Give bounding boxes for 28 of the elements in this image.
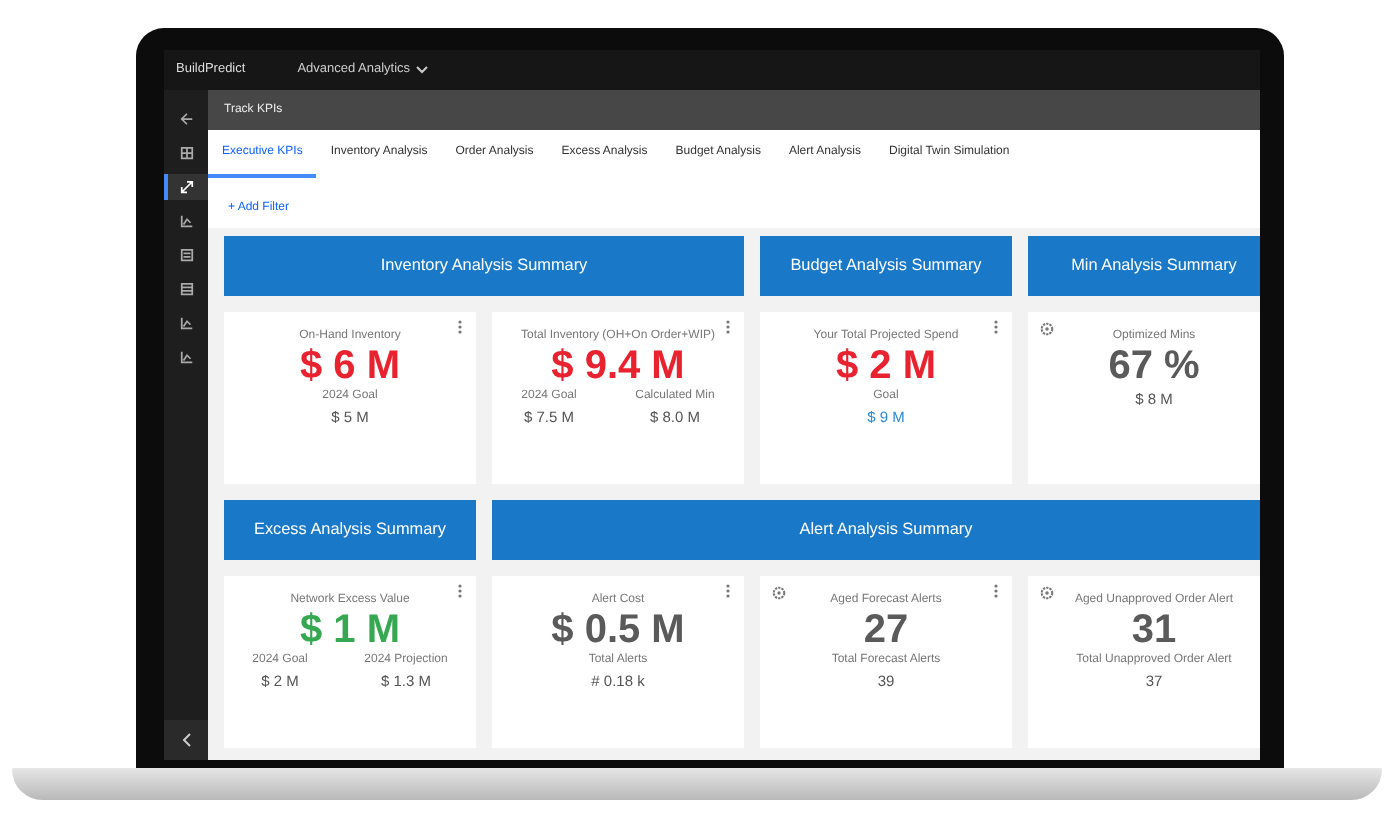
kpi-value: $ 0.5 M — [551, 608, 685, 653]
chart-icon — [179, 214, 193, 228]
settings-icon[interactable] — [1040, 586, 1054, 600]
back-arrow-icon — [179, 112, 193, 126]
sidebar-item[interactable] — [164, 174, 208, 200]
section-header: Inventory Analysis Summary — [224, 236, 744, 296]
section-header: Min Analysis Summary — [1028, 236, 1260, 296]
section-header: Excess Analysis Summary — [224, 500, 476, 560]
grid-icon — [179, 146, 193, 160]
collapse-button[interactable] — [164, 720, 208, 760]
kpi-value: $ 6 M — [299, 344, 401, 389]
kpi-value: $ 1 M — [299, 608, 401, 653]
chart-icon — [179, 350, 193, 364]
expand-arrows-icon — [179, 180, 193, 194]
chart-icon — [179, 316, 193, 330]
settings-icon[interactable] — [772, 586, 786, 600]
settings-icon[interactable] — [1040, 322, 1054, 336]
kpi-value: 67 % — [1108, 344, 1200, 389]
section-header: Budget Analysis Summary — [760, 236, 1012, 296]
chevron-left-icon — [181, 732, 191, 748]
chevron-down-icon — [416, 66, 429, 74]
section-header: Alert Analysis Summary — [492, 500, 1260, 560]
table-icon — [179, 282, 193, 296]
kpi-value: 27 — [863, 608, 909, 653]
document-icon — [179, 248, 193, 262]
kpi-value: $ 2 M — [835, 344, 937, 389]
kpi-value: $ 9.4 M — [551, 344, 685, 389]
kpi-value: 31 — [1131, 608, 1177, 653]
